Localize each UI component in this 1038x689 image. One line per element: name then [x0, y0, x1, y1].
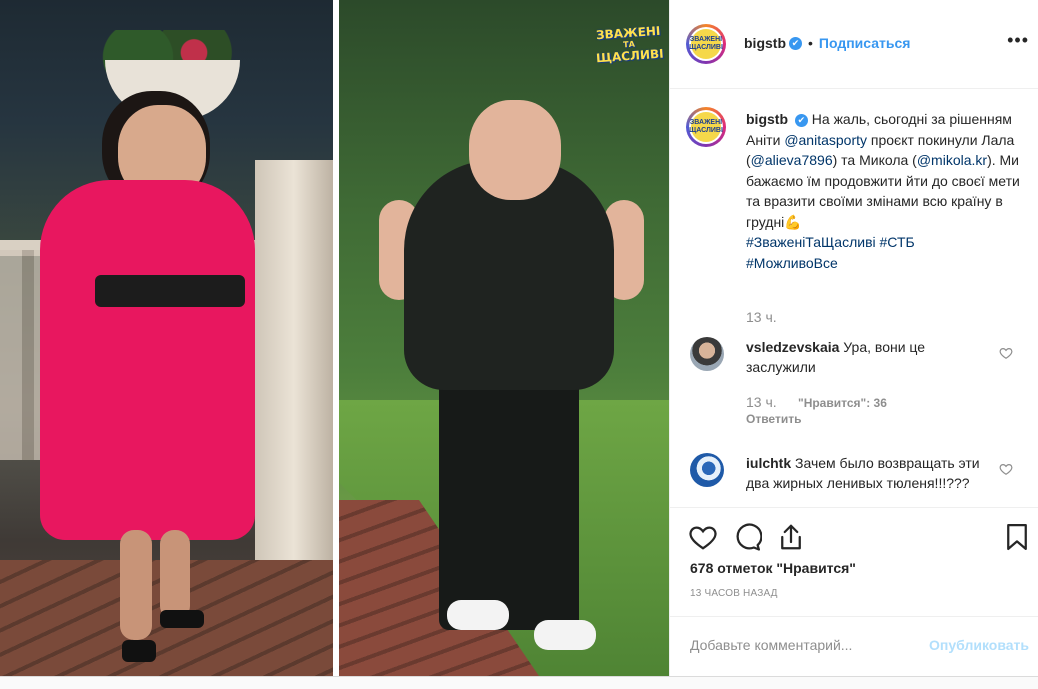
photo-panel-woman — [0, 0, 333, 676]
comments-section[interactable]: ЗВАЖЕНІ ЩАСЛИВІ bigstb ✔ На жаль, сьогод… — [670, 89, 1038, 507]
man-sneaker — [534, 620, 596, 650]
post-caption: bigstb ✔ На жаль, сьогодні за рішенням А… — [746, 109, 1026, 273]
heart-icon[interactable] — [999, 462, 1013, 476]
commenter-avatar[interactable] — [690, 337, 724, 371]
comment-meta: 13 ч. "Нравится": 36 — [746, 394, 887, 410]
post-side-panel: ЗВАЖЕНІ ЩАСЛИВІ bigstb ✔ • Подписаться •… — [669, 0, 1038, 676]
comment-item: iulchtk Зачем было возвращать эти два жи… — [746, 453, 986, 493]
woman-pink-dress — [40, 180, 255, 540]
woman-belt — [95, 275, 245, 307]
separator-dot: • — [808, 35, 813, 51]
woman-shoe — [122, 640, 156, 662]
publish-button[interactable]: Опубликовать — [929, 637, 1029, 653]
more-icon[interactable]: ••• — [1007, 30, 1029, 51]
post-photo[interactable]: ЗВАЖЕНІ ТА ЩАСЛИВІ — [0, 0, 669, 676]
commenter-avatar[interactable] — [690, 453, 724, 487]
page-bottom-edge — [0, 676, 1038, 689]
avatar[interactable]: ЗВАЖЕНІ ЩАСЛИВІ — [686, 24, 726, 64]
hashtag-link[interactable]: #МожливоВсе — [746, 255, 838, 271]
caption-avatar[interactable]: ЗВАЖЕНІ ЩАСЛИВІ — [686, 107, 726, 147]
likes-count[interactable]: 678 отметок "Нравится" — [690, 560, 856, 576]
verified-icon: ✔ — [789, 36, 802, 50]
bookmark-icon[interactable] — [1002, 522, 1032, 552]
woman-leg — [160, 530, 190, 620]
comment-time[interactable]: 13 ч. — [746, 394, 777, 410]
header-user: bigstb ✔ • Подписаться — [744, 35, 910, 51]
caption-time[interactable]: 13 ч. — [746, 309, 777, 325]
stone-pillar — [255, 160, 333, 580]
mention-link[interactable]: @mikola.kr — [917, 152, 987, 168]
comment-input[interactable] — [690, 637, 910, 653]
comment-username[interactable]: iulchtk — [746, 455, 791, 471]
man-head — [469, 100, 561, 200]
man-trousers — [439, 370, 579, 630]
woman-leg — [120, 530, 152, 640]
hashtag-link[interactable]: #ЗваженіТаЩасливі — [746, 234, 876, 250]
action-bar — [670, 507, 1038, 563]
mention-link[interactable]: @alieva7896 — [751, 152, 833, 168]
follow-button[interactable]: Подписаться — [819, 35, 911, 51]
caption-text: ) та Микола ( — [832, 152, 917, 168]
comment-icon[interactable] — [732, 522, 762, 552]
verified-icon: ✔ — [794, 113, 808, 127]
heart-icon[interactable] — [999, 346, 1013, 360]
add-comment-bar: Опубликовать — [670, 616, 1038, 677]
mention-link[interactable]: @anitasporty — [784, 132, 867, 148]
comment-item: vsledzevskaia Ура, вони це заслужили — [746, 337, 986, 377]
reply-button[interactable]: Ответить — [746, 412, 801, 426]
instagram-post-view: ЗВАЖЕНІ ТА ЩАСЛИВІ ЗВАЖЕНІ ЩАСЛИВІ bigst… — [0, 0, 1038, 689]
share-icon[interactable] — [776, 522, 806, 552]
hashtag-link[interactable]: #СТБ — [880, 234, 915, 250]
heart-icon[interactable] — [688, 522, 718, 552]
avatar-logo: ЗВАЖЕНІ ЩАСЛИВІ — [689, 112, 723, 142]
comment-username[interactable]: vsledzevskaia — [746, 339, 839, 355]
show-logo: ЗВАЖЕНІ ТА ЩАСЛИВІ — [595, 23, 665, 65]
avatar-logo: ЗВАЖЕНІ ЩАСЛИВІ — [689, 29, 723, 59]
man-sneaker — [447, 600, 509, 630]
post-header: ЗВАЖЕНІ ЩАСЛИВІ bigstb ✔ • Подписаться •… — [670, 0, 1038, 89]
header-username[interactable]: bigstb — [744, 35, 786, 51]
comment-likes[interactable]: "Нравится": 36 — [798, 396, 887, 410]
woman-shoe — [160, 610, 204, 628]
photo-panel-man: ЗВАЖЕНІ ТА ЩАСЛИВІ — [339, 0, 669, 676]
caption-username[interactable]: bigstb — [746, 111, 788, 127]
post-time[interactable]: 13 ЧАСОВ НАЗАД — [690, 588, 778, 599]
